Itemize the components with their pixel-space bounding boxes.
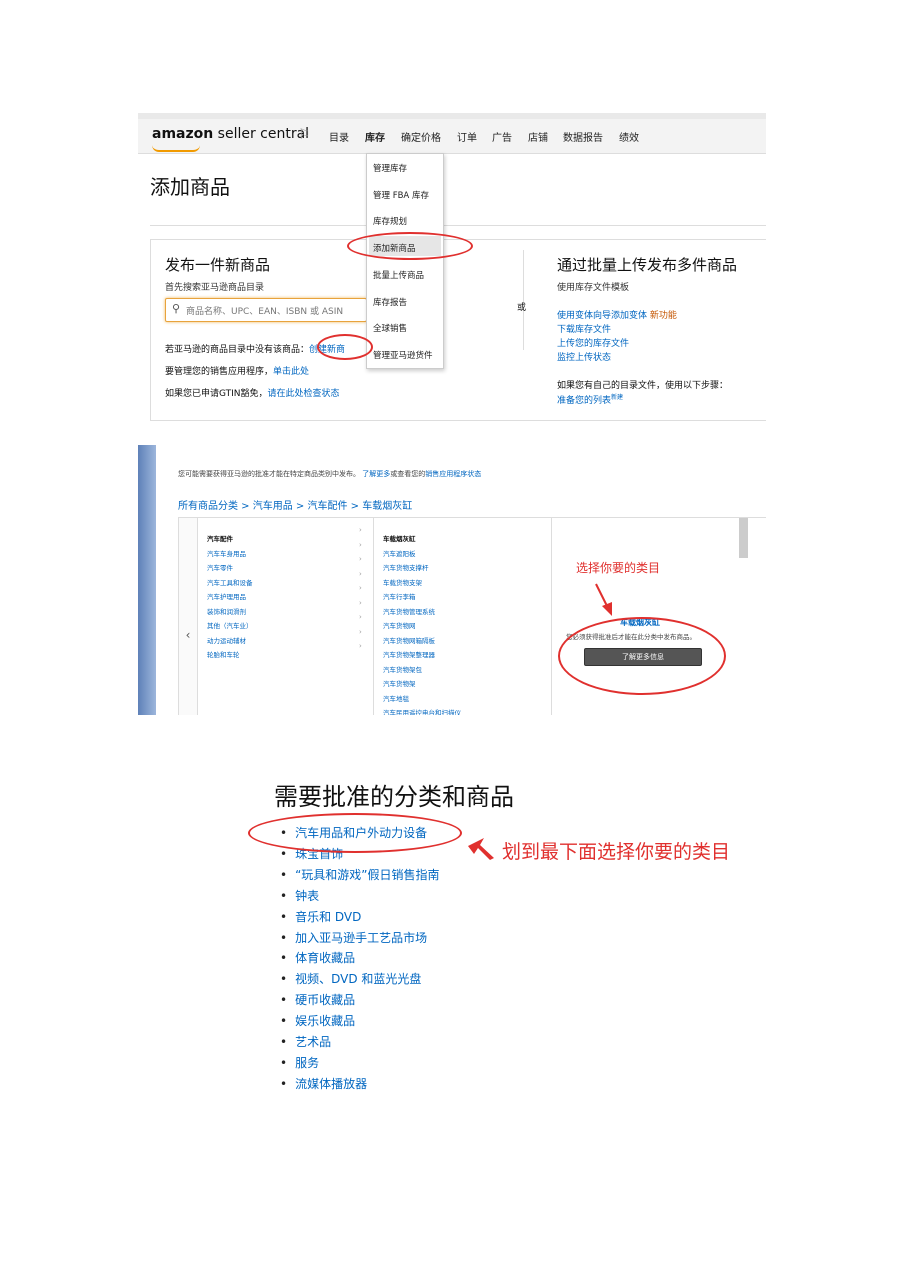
chevron-right-icon: › — [359, 526, 362, 534]
red-arrow-icon — [595, 583, 612, 616]
approval-category-item[interactable]: 服务 — [280, 1054, 319, 1071]
category-column-1: 汽车配件 › 汽车车身用品 › 汽车零件 › 汽车工具和设备 › 汽车护理用品 › 装饰和润滑剂 › 其… — [201, 518, 374, 715]
subcategory-item[interactable]: 汽车民用遥控电台和扫描仪 — [383, 700, 533, 715]
nav-stores[interactable]: 店铺 — [528, 129, 548, 144]
approval-category-item[interactable]: 加入亚马逊手工艺品市场 — [280, 929, 427, 946]
category-column-2: 车载烟灰缸 汽车遮阳板 汽车货物支撑杆 车载货物支架 汽车行李箱 汽车货物管理系统 汽车货物… — [375, 518, 748, 715]
category-browser-screenshot: 您可能需要获得亚马逊的批准才能在特定商品类别中发布。 了解更多或查看您的销售应用… — [138, 445, 766, 715]
chevron-right-icon: › — [359, 569, 362, 578]
variation-wizard-link[interactable]: 使用变体向导添加变体 新功能 — [557, 308, 677, 321]
seller-central-navbar: amazon seller central ⚐ 目录 库存 确定价格 订单 广告… — [138, 119, 766, 154]
manage-apps-line: 要管理您的销售应用程序，单击此处 — [165, 367, 310, 377]
menu-global-selling[interactable]: 全球销售 — [373, 322, 407, 334]
menu-manage-inventory[interactable]: 管理库存 — [373, 162, 407, 174]
approval-categories-title: 需要批准的分类和商品 — [274, 783, 514, 811]
bulk-upload-subtitle: 使用库存文件模板 — [557, 283, 630, 293]
bulk-upload-title: 通过批量上传发布多件商品 — [557, 256, 738, 274]
click-here-link[interactable]: 单击此处 — [273, 367, 309, 377]
gtin-line: 如果您已申请GTIN豁免，请在此处检查状态 — [165, 389, 340, 399]
add-product-screenshot: amazon seller central ⚐ 目录 库存 确定价格 订单 广告… — [138, 113, 766, 423]
add-product-card: 发布一件新商品 首先搜索亚马逊商品目录 ⚲ 商品名称、UPC、EAN、ISBN … — [150, 239, 766, 421]
new-feature-badge: 新功能 — [649, 311, 677, 321]
catalog-search-input[interactable]: ⚲ 商品名称、UPC、EAN、ISBN 或 ASIN — [165, 298, 367, 322]
nav-pricing[interactable]: 确定价格 — [401, 129, 441, 144]
column-scrollbar[interactable] — [739, 518, 748, 558]
chevron-right-icon: › — [359, 598, 362, 607]
or-label: 或 — [517, 303, 527, 313]
nav-orders[interactable]: 订单 — [457, 129, 477, 144]
approval-category-item[interactable]: 硬币收藏品 — [280, 991, 355, 1008]
chevron-right-icon: › — [359, 540, 362, 549]
nav-advertising[interactable]: 广告 — [492, 129, 512, 144]
approval-category-item[interactable]: 体育收藏品 — [280, 949, 355, 966]
category-breadcrumb[interactable]: 所有商品分类 > 汽车用品 > 汽车配件 > 车载烟灰缸 — [178, 497, 412, 512]
red-circle-auto-category — [248, 813, 462, 853]
approval-category-item[interactable]: 音乐和 DVD — [280, 908, 361, 925]
publish-single-title: 发布一件新商品 — [165, 256, 271, 274]
own-catalog-text: 如果您有自己的目录文件，使用以下步骤： — [557, 381, 729, 391]
prepare-listing-link[interactable]: 准备您的列表新建 — [557, 392, 623, 406]
red-circle-learn-more — [558, 617, 726, 695]
page-title: 添加商品 — [150, 175, 230, 199]
category-item[interactable]: 轮胎和车轮 › — [207, 642, 367, 661]
publish-single-subtitle: 首先搜索亚马逊商品目录 — [165, 283, 265, 293]
menu-bulk-upload[interactable]: 批量上传商品 — [373, 269, 424, 281]
divider — [150, 225, 766, 226]
inventory-dropdown-menu: 管理库存 管理 FBA 库存 库存规划 添加新商品 批量上传商品 库存报告 全球… — [366, 153, 444, 369]
red-circle-create-link — [317, 334, 373, 360]
nav-catalog[interactable]: 目录 — [329, 129, 349, 144]
approval-category-item[interactable]: 视频、DVD 和蓝光光盘 — [280, 970, 421, 987]
nav-reports[interactable]: 数据报告 — [563, 129, 603, 144]
annotation-scroll-down: 划到最下面选择你要的类目 — [502, 841, 731, 863]
approval-category-item[interactable]: 钟表 — [280, 887, 319, 904]
approval-category-item[interactable]: 流媒体播放器 — [280, 1075, 367, 1092]
nav-inventory[interactable]: 库存 — [365, 129, 385, 144]
chevron-right-icon: › — [359, 613, 362, 621]
flag-icon[interactable]: ⚐ — [298, 127, 311, 143]
nav-performance[interactable]: 绩效 — [619, 129, 639, 144]
menu-inventory-planning[interactable]: 库存规划 — [373, 215, 407, 227]
menu-inventory-reports[interactable]: 库存报告 — [373, 296, 407, 308]
upload-inventory-link[interactable]: 上传您的库存文件 — [557, 336, 629, 349]
download-inventory-link[interactable]: 下载库存文件 — [557, 322, 611, 335]
check-status-link[interactable]: 请在此处检查状态 — [268, 389, 340, 399]
chevron-right-icon: › — [359, 555, 362, 563]
approval-category-item[interactable]: “玩具和游戏”假日销售指南 — [280, 866, 439, 883]
chevron-right-icon: › — [359, 627, 362, 636]
search-placeholder: 商品名称、UPC、EAN、ISBN 或 ASIN — [186, 307, 344, 317]
approval-notice: 您可能需要获得亚马逊的批准才能在特定商品类别中发布。 了解更多或查看您的销售应用… — [178, 470, 482, 478]
red-circle-add-product — [347, 232, 473, 260]
approval-category-item[interactable]: 娱乐收藏品 — [280, 1012, 355, 1029]
annotation-choose-category: 选择你要的类目 — [576, 561, 661, 575]
window-left-edge — [138, 445, 156, 715]
monitor-upload-link[interactable]: 监控上传状态 — [557, 350, 611, 363]
chevron-right-icon: › — [359, 642, 362, 650]
approval-category-item[interactable]: 艺术品 — [280, 1033, 331, 1050]
search-icon: ⚲ — [172, 302, 181, 315]
seller-central-logo[interactable]: amazon seller central — [152, 126, 309, 152]
menu-manage-fba-inventory[interactable]: 管理 FBA 库存 — [373, 189, 429, 201]
menu-manage-shipments[interactable]: 管理亚马逊货件 — [373, 349, 433, 361]
red-arrow-icon — [468, 838, 494, 860]
chevron-right-icon: › — [359, 584, 362, 592]
scroll-left-button[interactable]: ‹ — [179, 518, 198, 715]
